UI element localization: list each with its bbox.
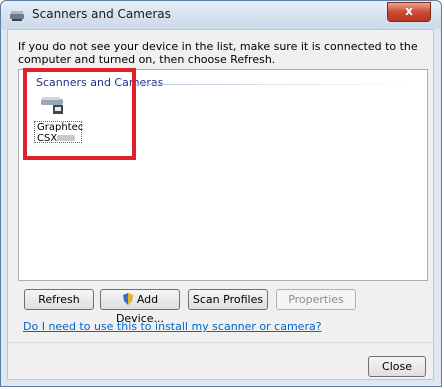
scan-profiles-button[interactable]: Scan Profiles: [188, 289, 268, 310]
title-bar[interactable]: Scanners and Cameras: [1, 1, 441, 29]
scan-profiles-button-label: Scan Profiles: [192, 293, 264, 306]
refresh-button[interactable]: Refresh: [24, 289, 94, 310]
refresh-button-label: Refresh: [38, 293, 80, 306]
footer-divider: [8, 342, 433, 343]
instruction-text: If you do not see your device in the lis…: [18, 40, 418, 66]
group-divider: [136, 84, 416, 85]
window-title: Scanners and Cameras: [32, 7, 171, 21]
close-button-label: Close: [382, 360, 412, 373]
help-link[interactable]: Do I need to use this to install my scan…: [23, 320, 322, 333]
add-device-button[interactable]: Add Device...: [100, 289, 180, 325]
properties-button-label: Properties: [288, 293, 344, 306]
shield-icon: [122, 293, 133, 305]
scanner-title-icon: [10, 11, 24, 21]
close-button[interactable]: Close: [368, 356, 426, 377]
red-highlight-box: [23, 68, 136, 160]
window-close-button[interactable]: x: [387, 2, 431, 22]
properties-button[interactable]: Properties: [276, 289, 356, 310]
